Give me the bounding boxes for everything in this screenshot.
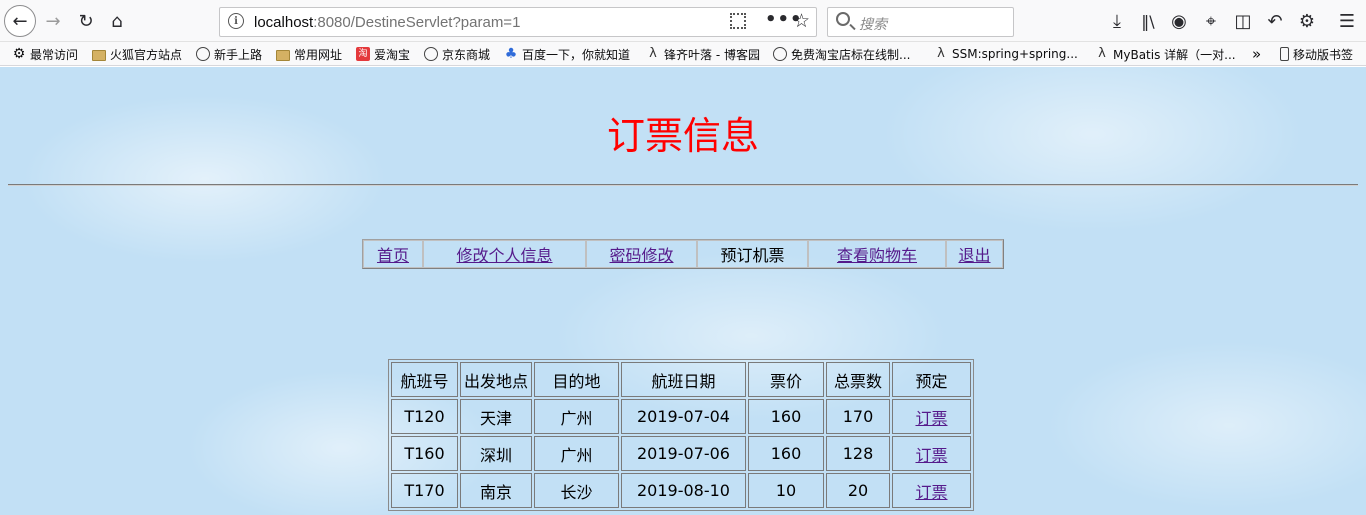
download-icon[interactable]: ⤓: [1102, 7, 1132, 37]
qr-code-icon[interactable]: [730, 13, 746, 29]
flight-number: T170: [391, 473, 458, 508]
bookmark-item[interactable]: ♣ 百度一下，你就知道: [504, 45, 630, 63]
nav-cell-password: 密码修改: [586, 240, 697, 268]
column-header: 航班号: [391, 362, 458, 397]
sync-icon[interactable]: ⚙: [1292, 7, 1322, 37]
forward-arrow-icon[interactable]: →: [38, 7, 68, 37]
book-cell: 订票: [892, 436, 971, 471]
nav-cell-cart: 查看购物车: [808, 240, 946, 268]
page-title: 订票信息: [606, 114, 759, 158]
bookmark-item[interactable]: 新手上路: [196, 45, 262, 63]
bookmark-item[interactable]: 免费淘宝店标在线制...: [773, 45, 910, 63]
table-row: T160 深圳 广州 2019-07-06 160 128 订票: [391, 436, 971, 471]
nav-link-logout[interactable]: 退出: [958, 246, 990, 265]
bookmark-item[interactable]: λ SSM:spring+spring...: [934, 45, 1078, 63]
nav-cell-home: 首页: [363, 240, 423, 268]
url-text[interactable]: localhost:8080/DestineServlet?param=1: [254, 14, 520, 31]
nav-cell-book: 预订机票: [697, 240, 808, 268]
undo-icon[interactable]: ↶: [1260, 7, 1290, 37]
column-header: 预定: [892, 362, 971, 397]
bookmark-item[interactable]: 淘爱淘宝: [356, 45, 410, 63]
departure-city: 南京: [460, 473, 532, 508]
column-header: 票价: [748, 362, 824, 397]
flight-date: 2019-07-04: [621, 399, 746, 434]
leaf-icon: λ: [1098, 46, 1106, 61]
back-arrow-icon[interactable]: ←: [4, 5, 36, 37]
flight-number: T160: [391, 436, 458, 471]
nav-link-home[interactable]: 首页: [377, 246, 409, 265]
table-row: T120 天津 广州 2019-07-04 160 170 订票: [391, 399, 971, 434]
ticket-price: 160: [748, 399, 824, 434]
column-header: 航班日期: [621, 362, 746, 397]
bookmark-item[interactable]: 常用网址: [276, 45, 342, 63]
search-bar[interactable]: 搜索: [827, 7, 1014, 37]
globe-icon: [424, 47, 438, 61]
departure-city: 天津: [460, 399, 532, 434]
bookmark-item[interactable]: 京东商城: [424, 45, 490, 63]
total-tickets: 128: [826, 436, 890, 471]
total-tickets: 20: [826, 473, 890, 508]
nav-menu: 首页 修改个人信息 密码修改 预订机票 查看购物车 退出: [362, 239, 1004, 269]
column-header: 出发地点: [460, 362, 532, 397]
home-icon[interactable]: ⌂: [102, 7, 132, 37]
departure-city: 深圳: [460, 436, 532, 471]
destination-city: 广州: [534, 436, 619, 471]
ticket-price: 10: [748, 473, 824, 508]
site-info-icon[interactable]: i: [228, 13, 244, 29]
bookmark-item[interactable]: λ 锋齐叶落 - 博客园: [646, 45, 760, 63]
book-cell: 订票: [892, 399, 971, 434]
address-bar[interactable]: i localhost:8080/DestineServlet?param=1 …: [219, 7, 817, 37]
bookmark-item[interactable]: ⚙ 最常访问: [12, 45, 78, 63]
gear-icon: ⚙: [12, 46, 26, 62]
bookmarks-bar: ⚙ 最常访问 火狐官方站点 新手上路 常用网址 淘爱淘宝 京东商城 ♣ 百度一下，你…: [0, 42, 1366, 66]
book-ticket-link[interactable]: 订票: [915, 483, 947, 502]
globe-icon: [196, 47, 210, 61]
nav-link-view-cart[interactable]: 查看购物车: [837, 246, 917, 265]
column-header: 目的地: [534, 362, 619, 397]
ticket-price: 160: [748, 436, 824, 471]
chat-icon[interactable]: ◉: [1164, 7, 1194, 37]
destination-city: 长沙: [534, 473, 619, 508]
menu-icon[interactable]: ☰: [1332, 7, 1362, 37]
flight-number: T120: [391, 399, 458, 434]
page-content: 订票信息 首页 修改个人信息 密码修改 预订机票 查看购物车 退出 航班号 出发…: [0, 67, 1366, 515]
leaf-icon: λ: [937, 46, 945, 61]
folder-icon: [92, 49, 106, 61]
table-row: T170 南京 长沙 2019-08-10 10 20 订票: [391, 473, 971, 508]
flight-date: 2019-08-10: [621, 473, 746, 508]
nav-current-book-flights: 预订机票: [720, 246, 785, 265]
taobao-icon: 淘: [356, 47, 370, 61]
flights-table: 航班号 出发地点 目的地 航班日期 票价 总票数 预定 T120 天津 广州 2…: [388, 359, 974, 511]
mobile-bookmarks[interactable]: 移动版书签: [1280, 45, 1353, 63]
bookmark-item[interactable]: 火狐官方站点: [92, 45, 182, 63]
reload-icon[interactable]: ↻: [71, 7, 101, 37]
horizontal-rule: [8, 184, 1358, 186]
book-ticket-link[interactable]: 订票: [915, 446, 947, 465]
leaf-icon: λ: [649, 46, 657, 61]
bookmark-item[interactable]: λ MyBatis 详解（一对...: [1095, 45, 1235, 63]
nav-link-edit-profile[interactable]: 修改个人信息: [456, 246, 552, 265]
nav-cell-profile: 修改个人信息: [423, 240, 586, 268]
sidebar-icon[interactable]: ◫: [1228, 7, 1258, 37]
table-header-row: 航班号 出发地点 目的地 航班日期 票价 总票数 预定: [391, 362, 971, 397]
library-icon[interactable]: ‖\: [1133, 7, 1163, 37]
crop-icon[interactable]: ⌖: [1196, 7, 1226, 37]
bookmark-star-icon[interactable]: ☆: [793, 10, 810, 32]
globe-icon: [773, 47, 787, 61]
bookmarks-overflow-button[interactable]: »: [1252, 45, 1261, 63]
column-header: 总票数: [826, 362, 890, 397]
search-icon: [836, 12, 850, 26]
book-ticket-link[interactable]: 订票: [915, 409, 947, 428]
destination-city: 广州: [534, 399, 619, 434]
nav-link-change-password[interactable]: 密码修改: [609, 246, 673, 265]
flight-date: 2019-07-06: [621, 436, 746, 471]
nav-cell-logout: 退出: [946, 240, 1003, 268]
folder-icon: [276, 49, 290, 61]
paw-icon: ♣: [504, 46, 518, 62]
browser-toolbar: ← → ↻ ⌂ i localhost:8080/DestineServlet?…: [0, 0, 1366, 42]
total-tickets: 170: [826, 399, 890, 434]
search-placeholder: 搜索: [859, 17, 887, 33]
phone-icon: [1280, 47, 1289, 61]
book-cell: 订票: [892, 473, 971, 508]
